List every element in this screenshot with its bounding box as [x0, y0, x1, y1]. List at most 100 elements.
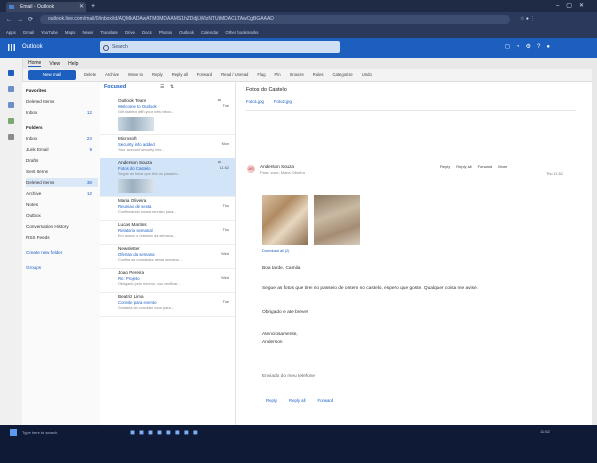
bookmark-item[interactable]: Drive — [125, 30, 135, 35]
ribbon-action-reply-all[interactable]: Reply all — [172, 72, 188, 77]
message-preview: Obrigado pelo retorno, vou verificar... — [118, 282, 181, 286]
message-thumbnail[interactable] — [118, 117, 154, 131]
url-field[interactable]: outlook.live.com/mail/0/inbox/id/AQMkADA… — [40, 15, 510, 24]
browser-profile-icon[interactable]: ☆ ● ⋮ — [520, 15, 535, 24]
bookmark-item[interactable]: Docs — [142, 30, 152, 35]
mail-icon[interactable] — [8, 70, 14, 76]
reply-button-reply[interactable]: Reply — [266, 398, 277, 403]
folder-item[interactable]: Deleted Items 38 — [26, 178, 98, 187]
reply-button-forward[interactable]: Forward — [317, 398, 333, 403]
message-item[interactable]: Microsoft Security info added Your account… — [100, 134, 235, 159]
ribbon-action-snooze[interactable]: Snooze — [290, 72, 304, 77]
focused-tab[interactable]: Focused — [104, 84, 126, 90]
message-thumbnail[interactable] — [118, 179, 154, 193]
app-name: Outlook — [22, 44, 43, 50]
message-subject: Security info added — [118, 142, 155, 147]
ribbon-action-rules[interactable]: Rules — [313, 72, 324, 77]
start-icon[interactable] — [10, 429, 17, 436]
taskbar-apps-icon[interactable]: ◼◼◼◼◼◼◼◼ — [130, 429, 202, 436]
folder-item[interactable]: Drafts — [26, 156, 98, 165]
people-icon[interactable] — [8, 102, 14, 108]
reply-button-reply-all[interactable]: Reply all — [289, 398, 305, 403]
folder-item[interactable]: Archive 12 — [26, 189, 98, 198]
message-item[interactable]: Beatriz Lima Convite para evento Gostaria … — [100, 292, 235, 317]
sender-avatar[interactable]: AS — [247, 165, 255, 173]
email-action-forward[interactable]: Forward — [478, 164, 493, 169]
sender-name[interactable]: Anderson Souza — [260, 164, 294, 169]
ribbon-action-read-unread[interactable]: Read / Unread — [221, 72, 248, 77]
bookmark-item[interactable]: Maps — [65, 30, 76, 35]
ribbon-action-forward[interactable]: Forward — [197, 72, 212, 77]
email-action-more[interactable]: More — [498, 164, 507, 169]
photo-attachment-1[interactable] — [262, 195, 308, 245]
calendar-icon[interactable] — [8, 86, 14, 92]
app-launcher-icon[interactable] — [8, 44, 15, 51]
taskbar-search[interactable]: Type here to search — [22, 428, 102, 437]
bookmark-item[interactable]: Calendar — [201, 30, 218, 35]
nav-buttons[interactable]: ←→⟳ — [6, 16, 38, 23]
bookmark-item[interactable]: Apps — [6, 30, 16, 35]
folders-header[interactable]: Folders — [26, 123, 98, 132]
bookmark-item[interactable]: YouTube — [41, 30, 58, 35]
email-action-reply-all[interactable]: Reply all — [456, 164, 471, 169]
ribbon-action-reply[interactable]: Reply — [152, 72, 163, 77]
ribbon-action-delete[interactable]: Delete — [84, 72, 96, 77]
bookmark-item[interactable]: Gmail — [23, 30, 34, 35]
header-action-icons[interactable]: ◻◔⚙?● — [505, 43, 556, 51]
new-mail-button[interactable]: New mail — [28, 70, 76, 80]
close-tab-icon[interactable]: ✕ — [79, 2, 84, 12]
folder-item[interactable]: RSS Feeds — [26, 233, 98, 242]
reply-actions: Reply Reply all Forward — [266, 398, 345, 403]
attachment-chip[interactable]: Foto2.jpg — [274, 99, 292, 104]
apps-icon[interactable] — [8, 134, 14, 140]
list-filter-icon[interactable]: ☰ ⇅ — [160, 84, 176, 90]
attachment-chip[interactable]: Foto1.jpg — [246, 99, 264, 104]
new-tab-icon[interactable]: + — [91, 2, 95, 12]
ribbon-action-flag[interactable]: Flag — [257, 72, 265, 77]
message-item[interactable]: Anderson Souza Fotos do Castelo Segue as f… — [100, 158, 235, 197]
message-subject: Welcome to Outlook — [118, 104, 157, 109]
message-preview: Confira as novidades desta semana... — [118, 258, 182, 262]
browser-tab-bar — [0, 0, 597, 12]
bookmark-item[interactable]: Outlook — [179, 30, 194, 35]
photo-attachment-2[interactable] — [314, 195, 360, 245]
download-all-link[interactable]: Download all (2) — [262, 249, 289, 253]
favorites-header[interactable]: Favorites — [26, 86, 98, 95]
ribbon-action-categorize[interactable]: Categorize — [333, 72, 353, 77]
message-sender: Anderson Souza — [118, 160, 152, 165]
message-item[interactable]: Outlook Team Welcome to Outlook Get starte… — [100, 96, 235, 135]
ribbon-action-undo[interactable]: Undo — [362, 72, 372, 77]
message-item[interactable]: Newsletter Ofertas da semana Confira as no… — [100, 244, 235, 269]
ribbon-action-archive[interactable]: Archive — [105, 72, 119, 77]
folder-item[interactable]: Inbox 24 — [26, 134, 98, 143]
email-action-reply[interactable]: Reply — [440, 164, 450, 169]
folder-item[interactable]: Conversation History — [26, 222, 98, 231]
ribbon-tab-help[interactable]: Help — [68, 61, 78, 67]
folder-item[interactable]: Notes — [26, 200, 98, 209]
message-item[interactable]: Maria Oliveira Reuniao de sexta Confirmand… — [100, 196, 235, 221]
favorite-folder[interactable]: Deleted Items — [26, 97, 98, 106]
ribbon-tab-home[interactable]: Home — [28, 60, 42, 67]
bookmark-item[interactable]: Translate — [100, 30, 118, 35]
folder-item[interactable]: Junk Email 9 — [26, 145, 98, 154]
folder-item[interactable]: Outbox — [26, 211, 98, 220]
search-input[interactable]: Search — [100, 41, 340, 53]
favorite-folder[interactable]: Inbox 12 — [26, 108, 98, 117]
message-item[interactable]: Joao Pereira Re: Projeto Obrigado pelo ret… — [100, 268, 235, 293]
folder-item-label: Drafts — [26, 158, 39, 163]
message-sender: Joao Pereira — [118, 270, 145, 275]
browser-tab[interactable]: Email - Outlook — [6, 2, 86, 12]
create-folder-link[interactable]: Create new folder — [26, 248, 98, 257]
folder-item-label: Deleted Items — [26, 180, 55, 185]
window-controls[interactable]: ‒▢✕ — [556, 1, 591, 11]
bookmark-item[interactable]: News — [82, 30, 93, 35]
bookmark-item[interactable]: Photos — [159, 30, 172, 35]
message-item[interactable]: Lucas Martins Relatorio semanal Em anexo o… — [100, 220, 235, 245]
ribbon-tab-view[interactable]: View — [49, 61, 60, 67]
ribbon-action-move-to[interactable]: Move to — [128, 72, 143, 77]
folder-item[interactable]: Sent Items — [26, 167, 98, 176]
groups-link[interactable]: Groups — [26, 263, 98, 272]
bookmark-item[interactable]: Other bookmarks — [225, 30, 258, 35]
ribbon-action-pin[interactable]: Pin — [275, 72, 281, 77]
todo-icon[interactable] — [8, 118, 14, 124]
